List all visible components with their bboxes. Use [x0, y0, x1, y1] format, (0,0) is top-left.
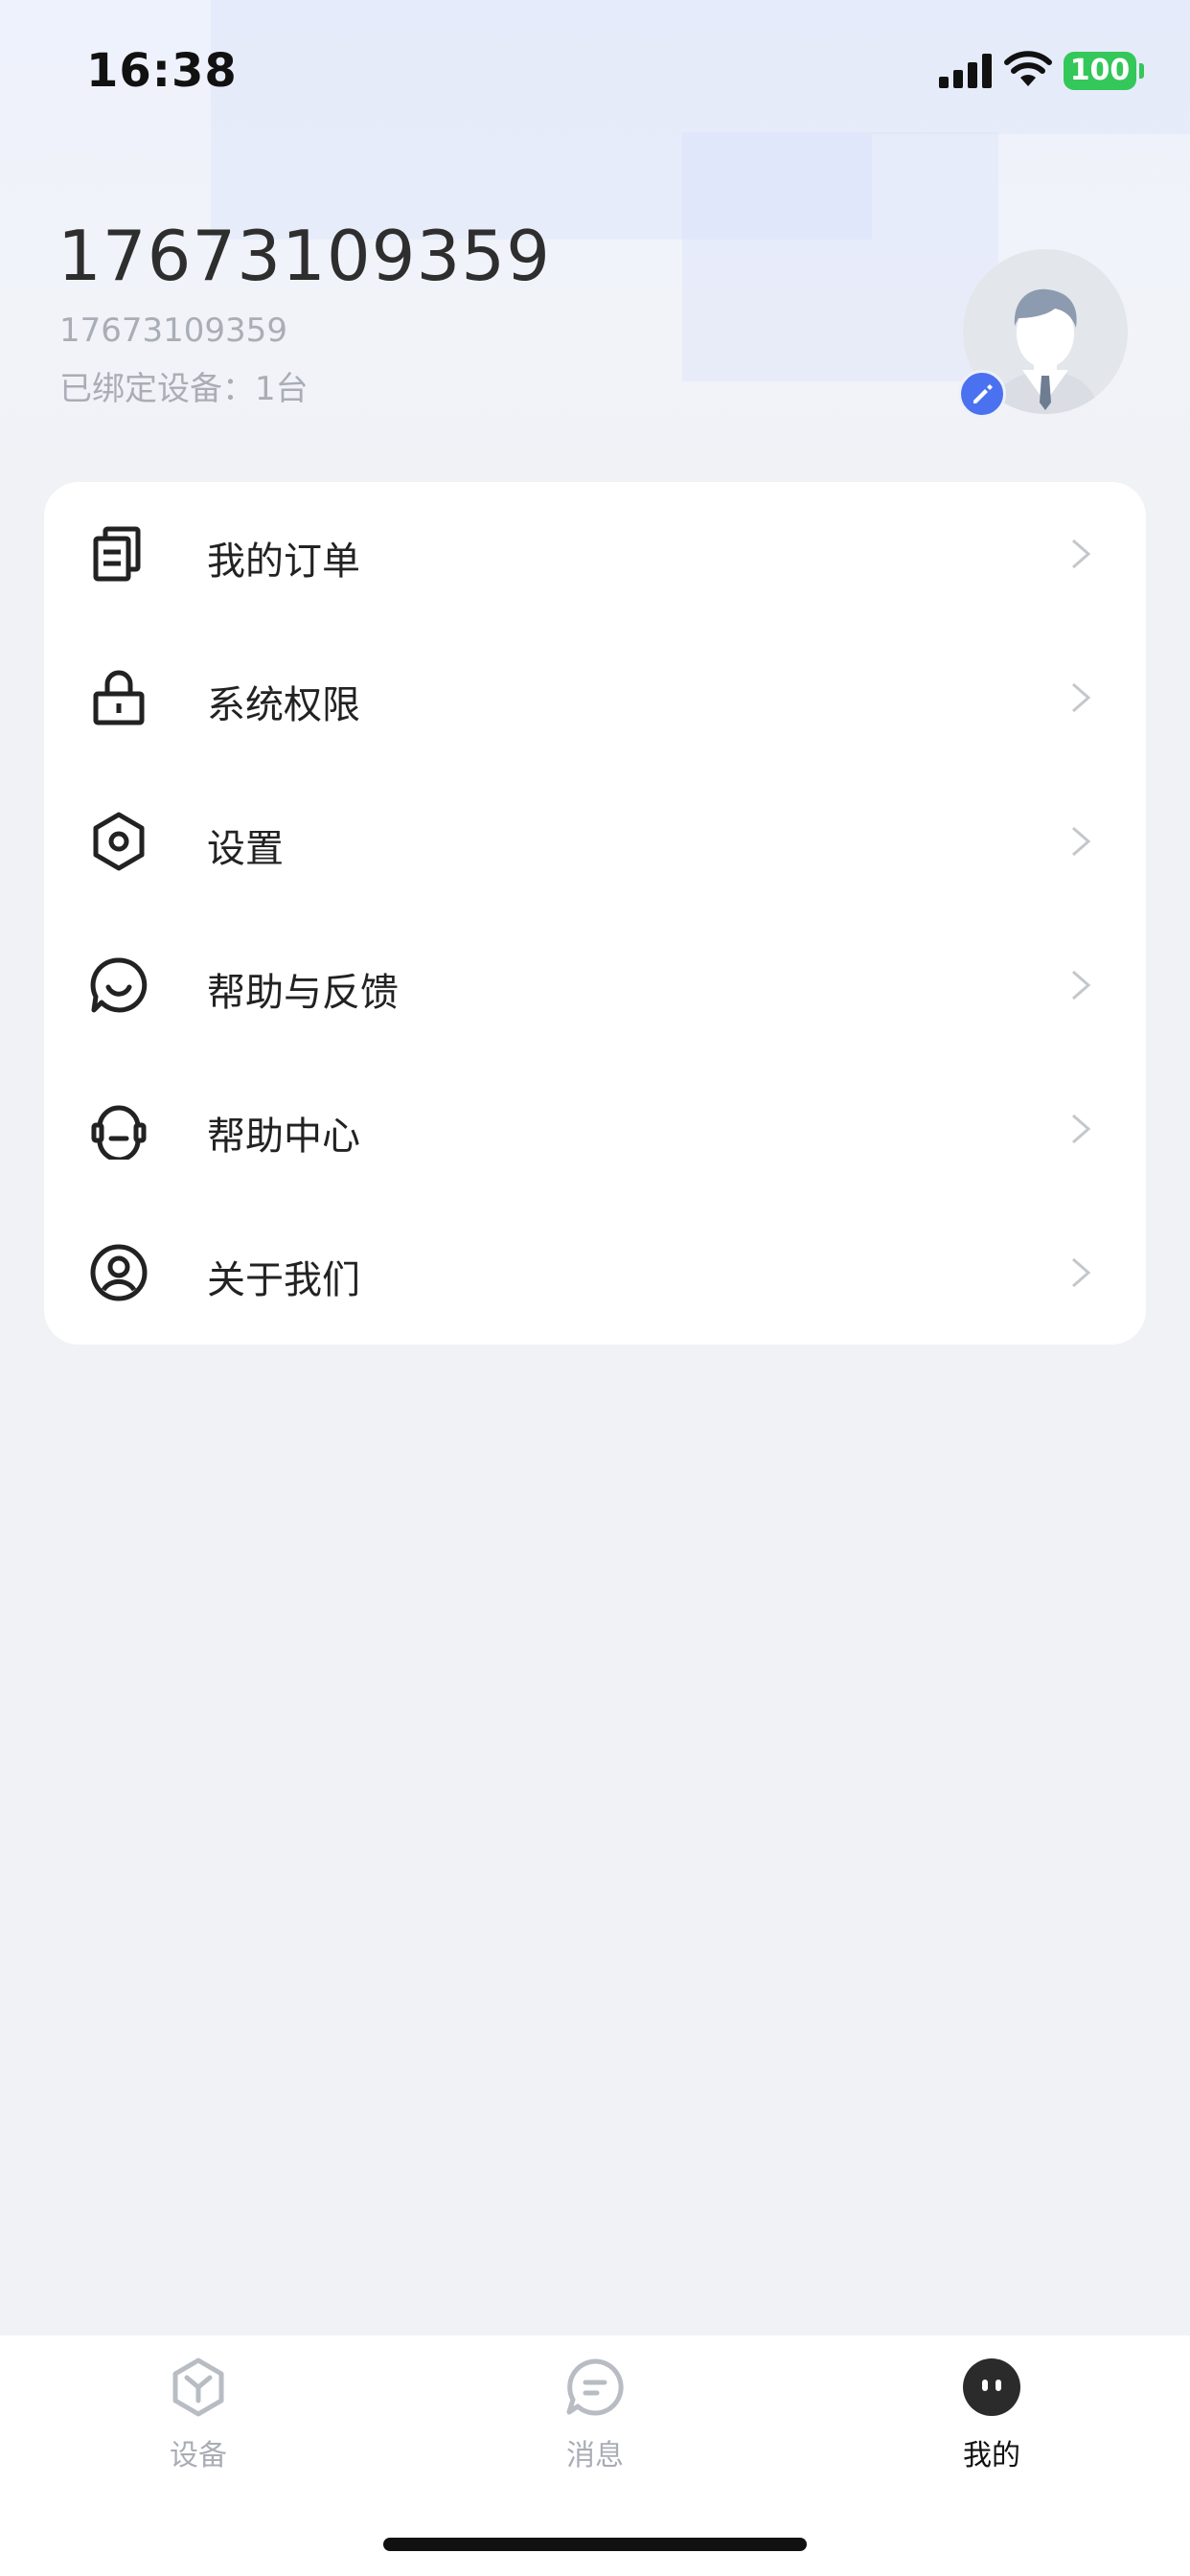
device-cube-icon: [172, 2358, 224, 2417]
tab-devices[interactable]: 设备: [0, 2335, 397, 2498]
headset-icon: [91, 1105, 147, 1160]
orders-icon: [93, 526, 141, 582]
menu-label: 我的订单: [207, 540, 360, 584]
tab-label: 消息: [566, 2439, 624, 2472]
battery-level: 100: [1069, 54, 1131, 87]
chevron-right-icon: [1072, 970, 1091, 1000]
tab-label: 设备: [170, 2439, 227, 2472]
avatar-edit-button[interactable]: [958, 370, 1006, 418]
message-icon: [566, 2358, 624, 2416]
feedback-chat-icon: [90, 957, 148, 1013]
menu-item-help-feedback[interactable]: 帮助与反馈: [44, 913, 1146, 1057]
profile-face-icon: [963, 2358, 1020, 2416]
menu-item-about[interactable]: 关于我们: [44, 1201, 1146, 1345]
lock-icon: [93, 670, 145, 725]
home-indicator: [383, 2538, 807, 2551]
profile-name: 17673109359: [57, 216, 551, 296]
bound-devices-text: 已绑定设备：1台: [59, 370, 309, 408]
menu-label: 系统权限: [207, 683, 360, 727]
status-time: 16:38: [86, 44, 238, 98]
wifi-icon: [1004, 51, 1052, 86]
menu-label: 设置: [207, 827, 284, 871]
chevron-right-icon: [1072, 1114, 1091, 1144]
tab-label: 我的: [963, 2439, 1020, 2472]
menu-item-orders[interactable]: 我的订单: [44, 482, 1146, 626]
profile-phone: 17673109359: [59, 311, 287, 350]
decor-block: [682, 132, 998, 381]
menu-label: 帮助与反馈: [207, 971, 399, 1015]
user-circle-icon: [90, 1244, 148, 1301]
menu-item-permissions[interactable]: 系统权限: [44, 626, 1146, 770]
chevron-right-icon: [1072, 682, 1091, 713]
chevron-right-icon: [1072, 826, 1091, 857]
battery-icon: 100: [1064, 52, 1136, 90]
status-bar: 16:38 100: [0, 0, 1190, 144]
menu-label: 关于我们: [207, 1258, 360, 1302]
settings-hex-icon: [93, 812, 145, 871]
chevron-right-icon: [1072, 1257, 1091, 1288]
menu-card: 我的订单 系统权限 设置 帮助与反馈 帮助中心 关于我们: [44, 482, 1146, 1345]
tab-messages[interactable]: 消息: [397, 2335, 793, 2498]
menu-item-settings[interactable]: 设置: [44, 770, 1146, 913]
menu-item-help-center[interactable]: 帮助中心: [44, 1057, 1146, 1201]
tab-mine[interactable]: 我的: [793, 2335, 1190, 2498]
battery-tip: [1139, 63, 1144, 79]
chevron-right-icon: [1072, 539, 1091, 569]
menu-label: 帮助中心: [207, 1115, 360, 1159]
pencil-icon: [973, 384, 993, 403]
signal-icon: [939, 54, 992, 88]
